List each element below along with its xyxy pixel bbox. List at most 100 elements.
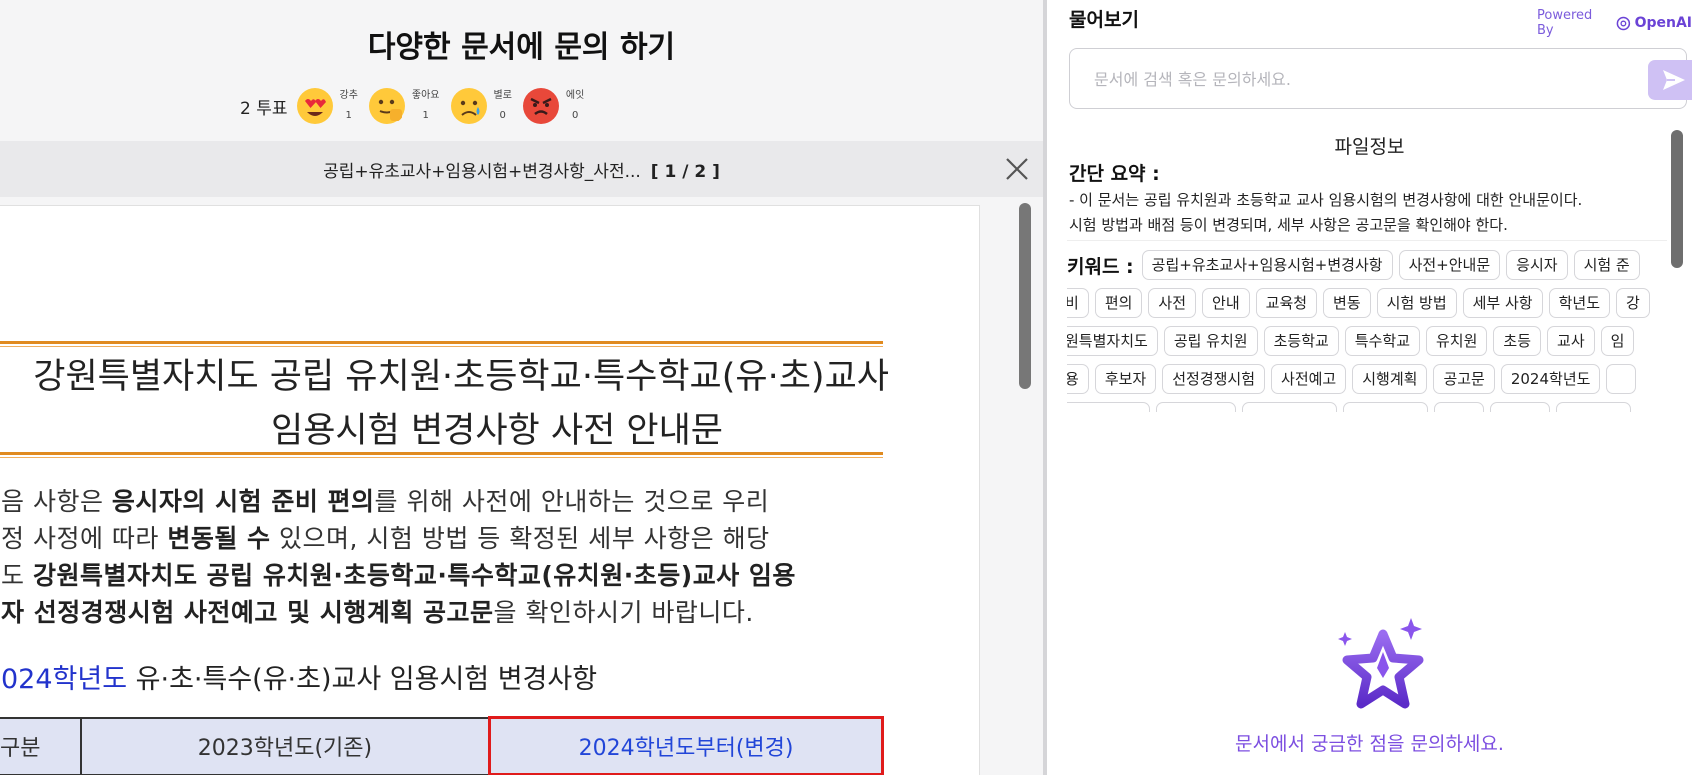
reaction-angry[interactable]: 에잇 0 [522, 86, 584, 126]
keyword-chip[interactable]: 유치원 [1426, 326, 1488, 356]
para2-post: 있으며, 시험 방법 등 확정된 세부 사항은 해당 [270, 524, 770, 553]
thumbs-up-emoji-icon [368, 88, 405, 124]
keyword-chip[interactable]: 비 [1067, 288, 1089, 318]
keyword-chip[interactable]: 시행계획 [1352, 364, 1428, 394]
keyword-chip[interactable]: 안내 [1202, 288, 1250, 318]
keyword-chip[interactable] [1606, 364, 1637, 394]
reaction-meh-count: 0 [499, 110, 506, 121]
reaction-love-label: 강추 1 [340, 86, 358, 126]
openai-logo-icon [1616, 16, 1630, 30]
document-pane: 다양한 문서에 문의 하기 2 투표 강추 1 좋아요 1 별로 0 에잇 0 … [0, 0, 1043, 775]
keyword-chip[interactable]: 2024학년도 [1500, 364, 1601, 394]
angry-emoji-icon [522, 88, 559, 124]
keyword-chip[interactable]: 사전 [1148, 288, 1197, 318]
para1-post: 를 위해 사전에 안내하는 것으로 우리 [374, 487, 770, 516]
keyword-chip[interactable]: 후보자 [1094, 364, 1157, 394]
keyword-chip[interactable]: 세부 사항 [1462, 288, 1543, 318]
keyword-row-4: 용 후보자 선정경쟁시험 사전예고 시행계획 공고문 2024학년도 [1067, 363, 1642, 395]
send-icon [1662, 70, 1685, 90]
reaction-angry-count: 0 [571, 110, 579, 121]
reaction-like[interactable]: 좋아요 1 [368, 86, 440, 126]
keyword-chip[interactable]: 공립+유초교사+임용시험+변경사항 [1141, 250, 1393, 280]
keyword-chip[interactable]: 공립 유치원 [1163, 326, 1258, 356]
keyword-chip[interactable]: 용 [1067, 364, 1089, 394]
reaction-like-text: 좋아요 [411, 90, 440, 101]
send-button[interactable] [1648, 60, 1692, 100]
reaction-love-count: 1 [345, 110, 352, 121]
keyword-chip[interactable]: 선정경쟁시험 [1162, 364, 1266, 394]
page-heading-line1: 강원특별자치도 공립 유치원·초등학교·특수학교(유·초)교사 [33, 357, 889, 397]
keyword-chip[interactable]: 특수학교 [1344, 326, 1420, 356]
top-rule [0, 341, 883, 347]
powered-by[interactable]: Powered By OpenAI [1537, 8, 1692, 38]
table-row: 구분 2023학년도(기존) 2024학년도부터(변경) [0, 716, 884, 775]
reaction-angry-text: 에잇 [565, 90, 585, 101]
keyword-chip[interactable]: 공고문 [1433, 364, 1495, 394]
keyword-chip[interactable]: 학년도 [1548, 288, 1610, 318]
keyword-chip-partial[interactable] [1242, 402, 1337, 412]
table-header-category: 구분 [0, 716, 82, 775]
ask-title: 물어보기 [1069, 9, 1139, 31]
vote-bar: 2 투표 강추 1 좋아요 1 별로 0 에잇 0 [240, 82, 594, 130]
search-box [1069, 48, 1692, 109]
table-header-2023: 2023학년도(기존) [79, 716, 491, 775]
close-icon[interactable] [1004, 156, 1030, 182]
page-paragraph-line4: 자 선정경쟁시험 사전예고 및 시행계획 공고문을 확인하시기 바랍니다. [1, 593, 903, 629]
keyword-chip[interactable]: 편의 [1094, 288, 1143, 318]
search-input[interactable] [1094, 67, 1614, 91]
change-table: 구분 2023학년도(기존) 2024학년도부터(변경) [0, 716, 884, 775]
ask-panel: 물어보기 Powered By OpenAI 파일정보 간단 요약 : - 이 … [1047, 0, 1692, 775]
keyword-chip[interactable]: 시험 준 [1573, 250, 1640, 280]
keyword-area[interactable]: 키워드 : 공립+유초교사+임용시험+변경사항 사전+안내문 응시자 시험 준 … [1067, 240, 1667, 412]
keyword-row-3: 원특별자치도 공립 유치원 초등학교 특수학교 유치원 초등 교사 임 [1067, 325, 1640, 357]
bottom-rule [0, 452, 883, 458]
para4-post: 을 확인하시기 바랍니다. [493, 598, 754, 627]
reaction-meh[interactable]: 별로 0 [450, 86, 512, 126]
keyword-chip-partial[interactable] [1434, 402, 1484, 412]
keyword-row-5 [1067, 401, 1637, 412]
para3-pre: 도 [1, 561, 33, 590]
reaction-meh-text: 별로 [493, 90, 512, 101]
keyword-chip-partial[interactable] [1067, 402, 1150, 412]
keyword-row-1: 키워드 : 공립+유초교사+임용시험+변경사항 사전+안내문 응시자 시험 준 [1067, 249, 1646, 281]
keyword-chip-partial[interactable] [1490, 402, 1550, 412]
keyword-chip[interactable]: 사전+안내문 [1398, 250, 1501, 280]
keyword-chip-partial[interactable] [1156, 402, 1236, 412]
reaction-love[interactable]: 강추 1 [296, 86, 358, 126]
reaction-like-label: 좋아요 1 [412, 86, 440, 126]
summary-line2: 시험 방법과 배점 등이 변경되며, 세부 사항은 공고문을 확인해야 한다. [1069, 216, 1508, 234]
page-paragraph-line1: 음 사항은 응시자의 시험 준비 편의를 위해 사전에 안내하는 것으로 우리 [1, 482, 903, 518]
app-root: 다양한 문서에 문의 하기 2 투표 강추 1 좋아요 1 별로 0 에잇 0 … [0, 0, 1692, 775]
viewer-toolbar: 공립+유초교사+임용시험+변경사항_사전... [ 1 / 2 ] [0, 141, 1043, 197]
keyword-chip[interactable]: 사전예고 [1271, 364, 1347, 394]
keywords-label: 키워드 : [1067, 255, 1134, 278]
reaction-love-text: 강추 [339, 90, 358, 101]
section-heading-year: 024학년도 [1, 664, 128, 695]
document-viewport[interactable]: 강원특별자치도 공립 유치원·초등학교·특수학교(유·초)교사 임용시험 변경사… [0, 197, 1043, 775]
keyword-chip-partial[interactable] [1343, 402, 1428, 412]
page-heading-line2: 임용시험 변경사항 사전 안내문 [271, 411, 723, 451]
empty-state-text: 문서에서 궁금한 점을 문의하세요. [1235, 733, 1504, 755]
keyword-chip[interactable]: 초등 [1493, 326, 1542, 356]
keyword-chip[interactable]: 원특별자치도 [1067, 326, 1158, 356]
keyword-chip[interactable]: 임 [1600, 326, 1635, 356]
keyword-chip[interactable]: 초등학교 [1263, 326, 1339, 356]
keyword-chip-partial[interactable] [1556, 402, 1631, 412]
summary-line1: - 이 문서는 공립 유치원과 초등학교 교사 임용시험의 변경사항에 대한 안… [1069, 191, 1583, 209]
viewer-file-title: 공립+유초교사+임용시험+변경사항_사전... [ 1 / 2 ] [0, 157, 1043, 182]
table-header-2024: 2024학년도부터(변경) [488, 716, 884, 775]
keyword-scrollbar-thumb[interactable] [1671, 130, 1683, 268]
para2-bold: 변동될 수 [167, 524, 271, 553]
powered-by-brand: OpenAI [1634, 15, 1692, 31]
keyword-chip[interactable]: 시험 방법 [1376, 288, 1457, 318]
keyword-chip[interactable]: 응시자 [1506, 250, 1568, 280]
keyword-chip[interactable]: 강 [1616, 288, 1650, 318]
keyword-chip[interactable]: 교육청 [1255, 288, 1318, 318]
page-paragraph-line3: 도 강원특별자치도 공립 유치원·초등학교·특수학교(유치원·초등)교사 임용 [1, 556, 903, 592]
keyword-chip[interactable]: 변동 [1323, 288, 1371, 318]
para1-pre: 음 사항은 [1, 487, 112, 516]
document-scrollbar-thumb[interactable] [1019, 203, 1031, 389]
sad-emoji-icon [450, 88, 487, 124]
heart-eyes-emoji-icon [296, 88, 333, 124]
keyword-chip[interactable]: 교사 [1547, 326, 1595, 356]
